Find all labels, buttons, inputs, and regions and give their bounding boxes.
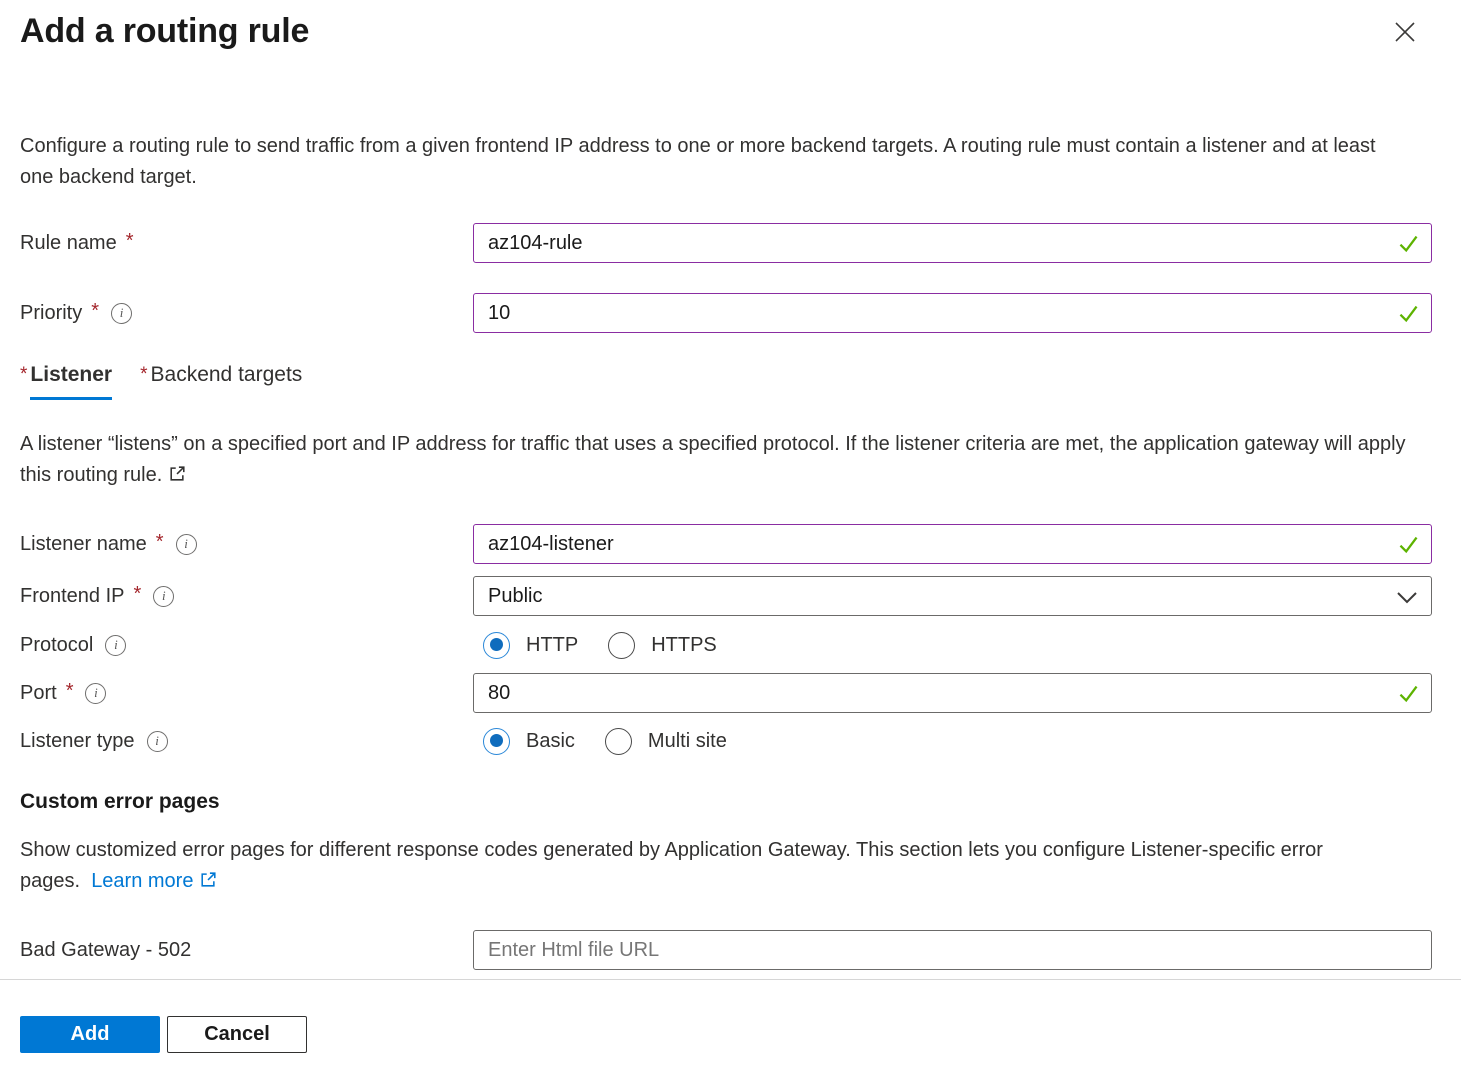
- listener-name-row: Listener name * i: [20, 524, 1432, 564]
- protocol-radio-group: HTTP HTTPS: [473, 632, 1432, 659]
- bad-gateway-label: Bad Gateway - 502: [20, 939, 473, 962]
- radio-unselected-icon: [608, 632, 635, 659]
- required-asterisk: *: [91, 300, 99, 323]
- required-asterisk: *: [126, 230, 134, 253]
- frontend-ip-label: Frontend IP * i: [20, 585, 473, 608]
- radio-selected-icon: [483, 728, 510, 755]
- radio-unselected-icon: [605, 728, 632, 755]
- valid-checkmark-icon: [1397, 302, 1420, 330]
- tab-listener[interactable]: * Listener: [20, 363, 112, 400]
- custom-error-pages-description: Show customized error pages for differen…: [20, 835, 1420, 899]
- info-icon[interactable]: i: [176, 534, 197, 555]
- close-button[interactable]: [1390, 18, 1420, 48]
- close-icon: [1392, 19, 1418, 48]
- bad-gateway-url-input[interactable]: [473, 930, 1432, 970]
- required-asterisk: *: [20, 364, 27, 386]
- info-icon[interactable]: i: [85, 683, 106, 704]
- listener-name-input[interactable]: [473, 524, 1432, 564]
- listener-type-label: Listener type i: [20, 730, 473, 753]
- external-link-icon[interactable]: [168, 462, 187, 493]
- frontend-ip-selected-value: Public: [488, 585, 542, 608]
- rule-name-label: Rule name *: [20, 232, 473, 255]
- frontend-ip-row: Frontend IP * i Public: [20, 576, 1432, 616]
- priority-input[interactable]: [473, 293, 1432, 333]
- chevron-down-icon: [1396, 589, 1418, 612]
- priority-row: Priority * i: [20, 293, 1432, 333]
- bad-gateway-row: Bad Gateway - 502: [20, 930, 1432, 970]
- valid-checkmark-icon: [1397, 232, 1420, 260]
- priority-label: Priority * i: [20, 302, 473, 325]
- bad-gateway-field: [473, 930, 1432, 970]
- info-icon[interactable]: i: [147, 731, 168, 752]
- listener-description: A listener “listens” on a specified port…: [20, 429, 1420, 493]
- listener-type-multi-site-option[interactable]: Multi site: [605, 728, 727, 755]
- frontend-ip-select[interactable]: Public: [473, 576, 1432, 616]
- port-input[interactable]: [473, 673, 1432, 713]
- learn-more-link[interactable]: Learn more: [91, 870, 193, 892]
- page-title: Add a routing rule: [20, 12, 309, 51]
- tab-backend-targets[interactable]: * Backend targets: [140, 363, 302, 400]
- required-asterisk: *: [134, 583, 142, 606]
- listener-name-label: Listener name * i: [20, 533, 473, 556]
- protocol-label: Protocol i: [20, 634, 473, 657]
- dialog-content: Add a routing rule Configure a routing r…: [0, 0, 1461, 979]
- dialog-description: Configure a routing rule to send traffic…: [20, 131, 1390, 193]
- required-asterisk: *: [66, 680, 74, 703]
- listener-name-field: [473, 524, 1432, 564]
- required-asterisk: *: [140, 364, 147, 386]
- cancel-button[interactable]: Cancel: [167, 1016, 307, 1053]
- dialog-header: Add a routing rule: [20, 12, 1432, 51]
- info-icon[interactable]: i: [105, 635, 126, 656]
- protocol-https-option[interactable]: HTTPS: [608, 632, 717, 659]
- protocol-row: Protocol i HTTP HTTPS: [20, 630, 1432, 660]
- add-routing-rule-dialog: Add a routing rule Configure a routing r…: [0, 0, 1461, 1067]
- tab-bar: * Listener * Backend targets: [20, 363, 1432, 400]
- protocol-http-option[interactable]: HTTP: [483, 632, 578, 659]
- add-button[interactable]: Add: [20, 1016, 160, 1053]
- priority-field: [473, 293, 1432, 333]
- listener-type-basic-option[interactable]: Basic: [483, 728, 575, 755]
- rule-name-row: Rule name *: [20, 223, 1432, 263]
- info-icon[interactable]: i: [153, 586, 174, 607]
- custom-error-pages-heading: Custom error pages: [20, 790, 1432, 814]
- rule-name-field: [473, 223, 1432, 263]
- dialog-footer: Add Cancel: [0, 979, 1461, 1067]
- port-field: [473, 673, 1432, 713]
- listener-type-row: Listener type i Basic Multi site: [20, 726, 1432, 756]
- valid-checkmark-icon: [1397, 533, 1420, 561]
- info-icon[interactable]: i: [111, 303, 132, 324]
- listener-type-radio-group: Basic Multi site: [473, 728, 1432, 755]
- port-label: Port * i: [20, 682, 473, 705]
- port-row: Port * i: [20, 673, 1432, 713]
- valid-checkmark-icon: [1397, 682, 1420, 710]
- rule-name-input[interactable]: [473, 223, 1432, 263]
- required-asterisk: *: [156, 531, 164, 554]
- radio-selected-icon: [483, 632, 510, 659]
- external-link-icon[interactable]: [199, 868, 218, 899]
